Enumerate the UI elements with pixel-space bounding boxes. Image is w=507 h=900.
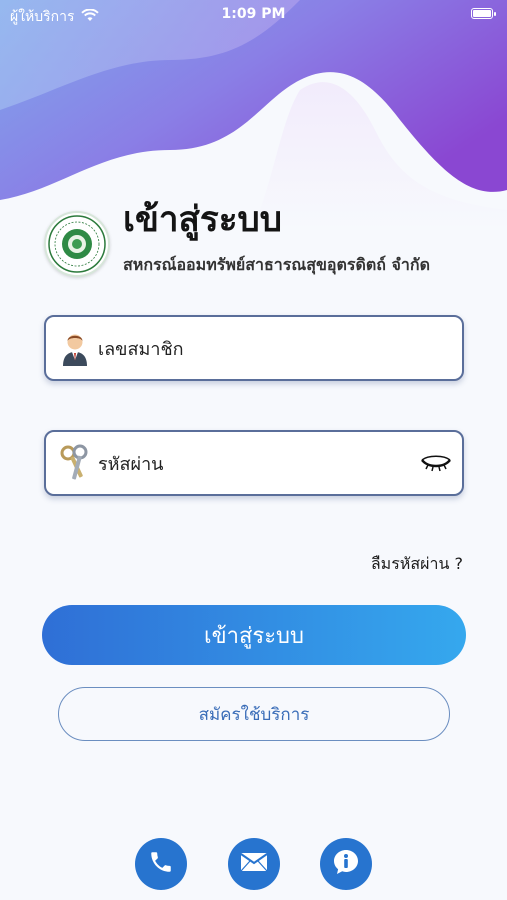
battery-icon	[471, 8, 496, 19]
password-field[interactable]: รหัสผ่าน	[44, 430, 464, 496]
info-button[interactable]	[320, 838, 372, 890]
phone-button[interactable]	[135, 838, 187, 890]
page-title: เข้าสู่ระบบ	[123, 200, 282, 240]
status-bar: ผู้ให้บริการ 1:09 PM	[0, 0, 507, 30]
password-placeholder: รหัสผ่าน	[98, 453, 164, 475]
eye-closed-icon[interactable]	[420, 452, 452, 474]
mail-button[interactable]	[228, 838, 280, 890]
login-button[interactable]: เข้าสู่ระบบ	[42, 605, 466, 665]
keys-icon	[58, 443, 92, 483]
info-icon	[332, 848, 360, 880]
organization-name: สหกรณ์ออมทรัพย์สาธารณสุขอุตรดิตถ์ จำกัด	[123, 255, 430, 274]
mail-icon	[240, 852, 268, 876]
phone-icon	[148, 849, 174, 879]
user-avatar-icon	[58, 328, 92, 368]
member-number-placeholder: เลขสมาชิก	[98, 338, 184, 360]
member-number-field[interactable]: เลขสมาชิก	[44, 315, 464, 381]
organization-seal-logo	[44, 211, 110, 277]
status-time: 1:09 PM	[221, 6, 286, 22]
forgot-password-link[interactable]: ลืมรหัสผ่าน ?	[371, 552, 463, 577]
register-button[interactable]: สมัครใช้บริการ	[58, 687, 450, 741]
